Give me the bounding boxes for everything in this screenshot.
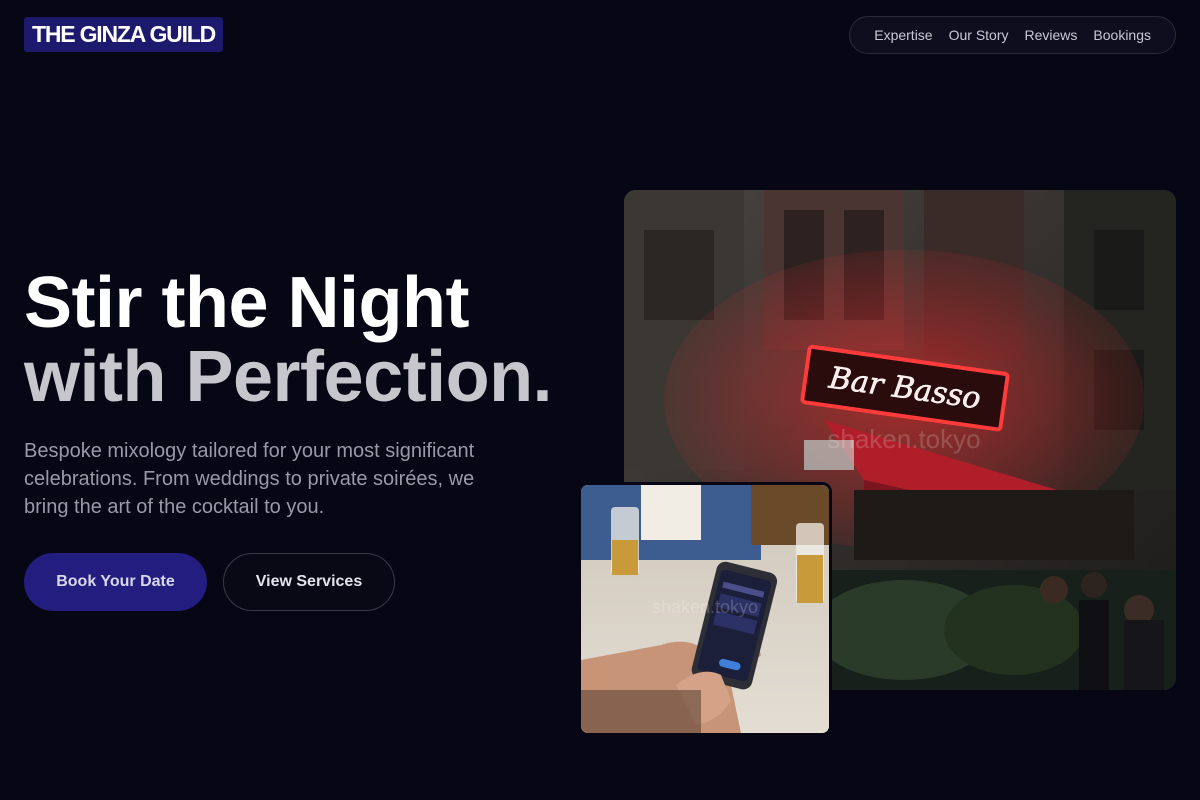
nav-link-expertise[interactable]: Expertise [874,27,932,43]
nav-link-reviews[interactable]: Reviews [1025,27,1078,43]
photo-watermark: shaken.tokyo [827,424,980,454]
view-services-button[interactable]: View Services [223,553,395,611]
brand-logo[interactable]: THE GINZA GUILD [24,17,224,52]
book-your-date-button[interactable]: Book Your Date [24,553,207,611]
inset-watermark: shaken.tokyo [652,597,758,617]
nav-link-bookings[interactable]: Bookings [1093,27,1151,43]
page: THE GINZA GUILD Expertise Our Story Revi… [0,0,1200,800]
nav-link-our-story[interactable]: Our Story [949,27,1009,43]
headline-line-1: Stir the Night [24,263,469,343]
phone-in-hand-photo: shaken.tokyo [578,482,832,736]
headline-line-2: with Perfection. [24,337,553,417]
hero-headline: Stir the Night with Perfection. [24,266,604,414]
main-nav: Expertise Our Story Reviews Bookings [849,16,1176,54]
hero-subtext: Bespoke mixology tailored for your most … [24,440,475,518]
